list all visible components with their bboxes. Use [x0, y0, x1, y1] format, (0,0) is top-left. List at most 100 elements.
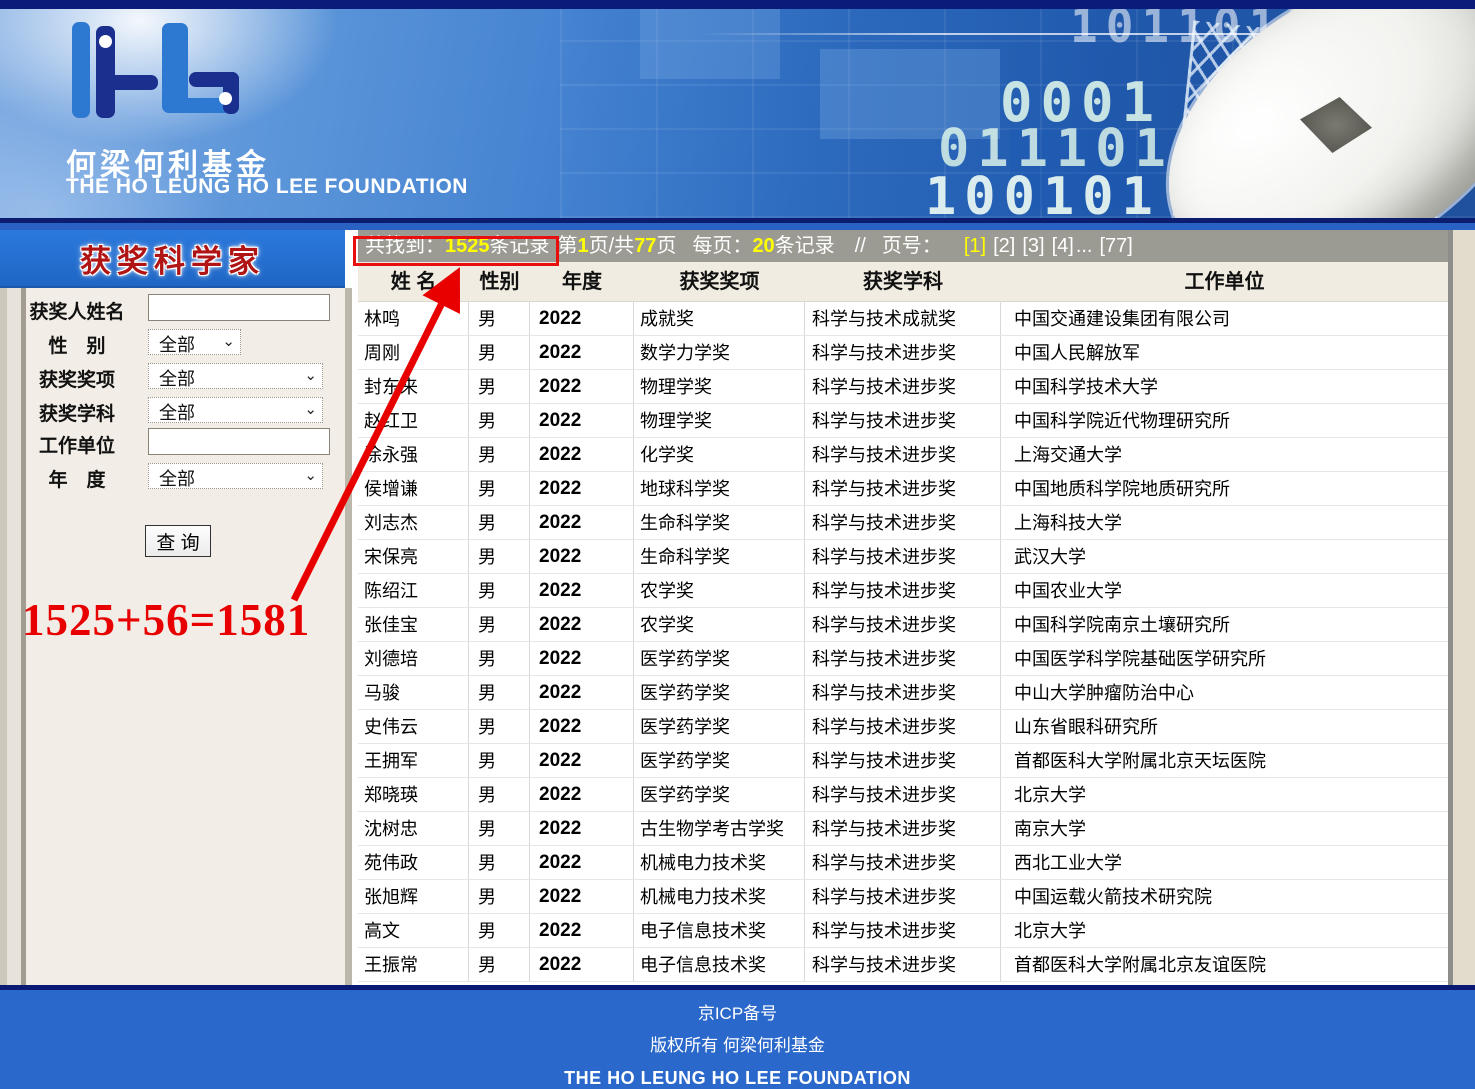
- cell-year: 2022: [530, 676, 634, 709]
- table-row: 王拥军男2022医学药学奖科学与技术进步奖首都医科大学附属北京天坛医院: [358, 744, 1448, 778]
- grid-tile: [640, 9, 780, 79]
- pageno-label: 页号：: [882, 235, 942, 257]
- col-header-gender: 性别: [469, 262, 530, 301]
- form-row-gender: 性 别全部⌄: [0, 328, 345, 356]
- discipline-select[interactable]: 全部⌄: [148, 397, 323, 423]
- gender-select[interactable]: 全部⌄: [148, 329, 241, 355]
- gender-select-value: 全部: [159, 335, 195, 355]
- cell-gender: 男: [469, 744, 530, 777]
- total-pages: 77: [634, 235, 656, 257]
- table-row: 宋保亮男2022生命科学奖科学与技术进步奖武汉大学: [358, 540, 1448, 574]
- table-row: 郑晓瑛男2022医学药学奖科学与技术进步奖北京大学: [358, 778, 1448, 812]
- search-button[interactable]: 查 询: [145, 525, 211, 557]
- cell-discipline: 科学与技术成就奖: [805, 302, 1001, 335]
- year-select[interactable]: 全部⌄: [148, 463, 323, 489]
- logo-english-name: THE HO LEUNG HO LEE FOUNDATION: [66, 175, 468, 199]
- table-row: 封东来男2022物理学奖科学与技术进步奖中国科学技术大学: [358, 370, 1448, 404]
- cell-discipline: 科学与技术进步奖: [805, 880, 1001, 913]
- cell-discipline: 科学与技术进步奖: [805, 472, 1001, 505]
- cell-discipline: 科学与技术进步奖: [805, 574, 1001, 607]
- cell-unit: 中国医学科学院基础医学研究所: [1001, 642, 1448, 675]
- col-header-name: 姓 名: [358, 262, 469, 301]
- icp-record-link[interactable]: 京ICP备号: [698, 1003, 777, 1024]
- cell-year: 2022: [530, 472, 634, 505]
- cell-discipline: 科学与技术进步奖: [805, 642, 1001, 675]
- cell-unit: 中国农业大学: [1001, 574, 1448, 607]
- sidebar-title: 获奖科学家: [80, 236, 265, 281]
- cell-name: 王振常: [358, 948, 469, 981]
- pagination: [1][2][3][4]...[77]: [964, 235, 1140, 257]
- copyright-text: 版权所有 何梁何利基金: [0, 1035, 1475, 1056]
- cell-year: 2022: [530, 812, 634, 845]
- pagination-page-77[interactable]: [77]: [1099, 235, 1132, 257]
- cell-discipline: 科学与技术进步奖: [805, 778, 1001, 811]
- cell-award: 医学药学奖: [634, 710, 805, 743]
- page-right-margin: [1453, 230, 1475, 985]
- cell-gender: 男: [469, 574, 530, 607]
- cell-award: 机械电力技术奖: [634, 880, 805, 913]
- awardee-name-input[interactable]: [148, 294, 330, 321]
- cell-gender: 男: [469, 506, 530, 539]
- cell-award: 医学药学奖: [634, 676, 805, 709]
- cell-discipline: 科学与技术进步奖: [805, 438, 1001, 471]
- cell-name: 高文: [358, 914, 469, 947]
- separator-slashes: //: [855, 235, 866, 257]
- cell-year: 2022: [530, 540, 634, 573]
- cell-name: 张佳宝: [358, 608, 469, 641]
- cell-unit: 中国科学院南京土壤研究所: [1001, 608, 1448, 641]
- table-row: 林鸣男2022成就奖科学与技术成就奖中国交通建设集团有限公司: [358, 302, 1448, 336]
- cell-gender: 男: [469, 914, 530, 947]
- pagination-page-4[interactable]: [4]: [1052, 235, 1074, 257]
- cell-unit: 首都医科大学附属北京友谊医院: [1001, 948, 1448, 981]
- cell-year: 2022: [530, 778, 634, 811]
- cell-name: 马骏: [358, 676, 469, 709]
- table-row: 侯增谦男2022地球科学奖科学与技术进步奖中国地质科学院地质研究所: [358, 472, 1448, 506]
- form-row-award: 获奖奖项全部⌄: [0, 362, 345, 390]
- table-row: 苑伟政男2022机械电力技术奖科学与技术进步奖西北工业大学: [358, 846, 1448, 880]
- results-table: 姓 名 性别 年度 获奖奖项 获奖学科 工作单位 林鸣男2022成就奖科学与技术…: [358, 262, 1448, 982]
- award-select-value: 全部: [159, 369, 195, 389]
- sidebar-right-edge: [345, 288, 352, 985]
- cell-discipline: 科学与技术进步奖: [805, 336, 1001, 369]
- pagination-page-1[interactable]: [1]: [964, 235, 986, 257]
- cell-award: 机械电力技术奖: [634, 846, 805, 879]
- cell-year: 2022: [530, 642, 634, 675]
- top-navy-bar: [0, 0, 1475, 9]
- cell-discipline: 科学与技术进步奖: [805, 370, 1001, 403]
- cell-gender: 男: [469, 676, 530, 709]
- page-footer: 京ICP备号 版权所有 何梁何利基金 THE HO LEUNG HO LEE F…: [0, 985, 1475, 1089]
- cell-year: 2022: [530, 948, 634, 981]
- cell-gender: 男: [469, 302, 530, 335]
- cell-gender: 男: [469, 880, 530, 913]
- field-label-gender: 性 别: [8, 331, 146, 358]
- pagination-page-3[interactable]: [3]: [1022, 235, 1044, 257]
- pagination-page-2[interactable]: [2]: [993, 235, 1015, 257]
- cell-unit: 上海科技大学: [1001, 506, 1448, 539]
- cell-award: 生命科学奖: [634, 540, 805, 573]
- field-label-year: 年 度: [8, 465, 146, 492]
- cell-year: 2022: [530, 608, 634, 641]
- cell-year: 2022: [530, 880, 634, 913]
- cell-award: 农学奖: [634, 574, 805, 607]
- foundation-logo: [70, 22, 245, 122]
- cell-unit: 中国运载火箭技术研究院: [1001, 880, 1448, 913]
- chevron-down-icon: ⌄: [304, 400, 317, 418]
- cell-award: 农学奖: [634, 608, 805, 641]
- cell-award: 古生物学考古学奖: [634, 812, 805, 845]
- cell-gender: 男: [469, 472, 530, 505]
- cell-name: 陈绍江: [358, 574, 469, 607]
- cell-year: 2022: [530, 710, 634, 743]
- col-header-award: 获奖奖项: [634, 262, 805, 301]
- page-prefix: 第: [558, 235, 578, 257]
- binary-line: 100101: [925, 167, 1161, 218]
- footer-foundation-name: THE HO LEUNG HO LEE FOUNDATION: [0, 1067, 1475, 1089]
- search-form: 获奖人姓名性 别全部⌄获奖奖项全部⌄获奖学科全部⌄工作单位年 度全部⌄: [0, 288, 345, 508]
- cell-name: 刘德培: [358, 642, 469, 675]
- cell-discipline: 科学与技术进步奖: [805, 812, 1001, 845]
- award-select[interactable]: 全部⌄: [148, 363, 323, 389]
- cell-name: 张旭辉: [358, 880, 469, 913]
- work-unit-input[interactable]: [148, 428, 330, 455]
- table-row: 史伟云男2022医学药学奖科学与技术进步奖山东省眼科研究所: [358, 710, 1448, 744]
- form-row-work-unit: 工作单位: [0, 428, 345, 456]
- col-header-discipline: 获奖学科: [805, 262, 1001, 301]
